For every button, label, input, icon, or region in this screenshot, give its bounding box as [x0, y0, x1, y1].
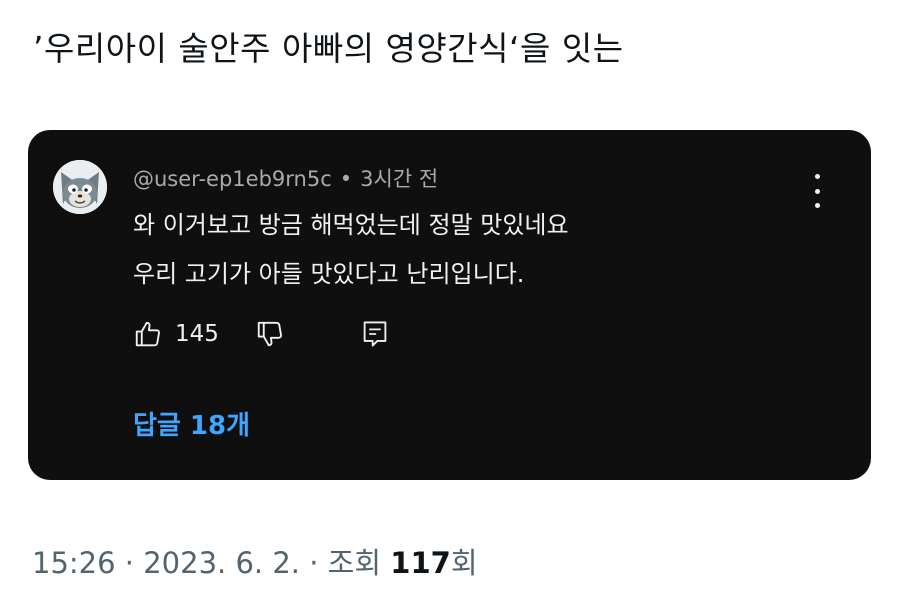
comment-body: 와 이거보고 방금 해먹었는데 정말 맛있네요 우리 고기가 아들 맛있다고 난…	[133, 201, 569, 299]
reply-comment-icon	[363, 321, 387, 347]
dislike-button[interactable]	[255, 319, 285, 349]
comment-line: 우리 고기가 아들 맛있다고 난리입니다.	[133, 260, 525, 288]
thumbs-up-icon	[135, 321, 160, 347]
like-button[interactable]	[133, 319, 163, 349]
view-count: 117	[390, 546, 451, 580]
more-vertical-icon-dot	[814, 188, 820, 194]
more-vertical-icon-dot	[814, 203, 820, 208]
post-timestamp: 15:26 · 2023. 6. 2. · 조회	[32, 546, 391, 580]
view-replies-link[interactable]: 답글 18개	[133, 405, 250, 442]
comment-actions: 145	[133, 318, 389, 350]
more-vertical-icon-dot	[814, 174, 820, 179]
cat-avatar-icon	[53, 160, 107, 214]
post-footer: 15:26 · 2023. 6. 2. · 조회 117회	[32, 540, 478, 582]
comment-username[interactable]: @user-ep1eb9rn5c	[133, 167, 332, 191]
meta-separator: •	[339, 167, 353, 191]
more-options-button[interactable]	[802, 174, 832, 208]
reply-button[interactable]	[361, 319, 389, 349]
comment-line: 와 이거보고 방금 해먹었는데 정말 맛있네요	[133, 211, 569, 239]
comment-card: @user-ep1eb9rn5c • 3시간 전 와 이거보고 방금 해먹었는데 정…	[28, 130, 871, 480]
view-count-suffix: 회	[450, 546, 478, 580]
comment-time: 3시간 전	[360, 167, 439, 191]
comment-meta: @user-ep1eb9rn5c • 3시간 전	[133, 163, 438, 193]
avatar[interactable]	[53, 160, 107, 214]
post-text: ’우리아이 술안주 아빠의 영양간식‘을 잇는	[33, 29, 624, 68]
thumbs-down-icon	[257, 321, 282, 347]
like-count: 145	[175, 321, 219, 347]
